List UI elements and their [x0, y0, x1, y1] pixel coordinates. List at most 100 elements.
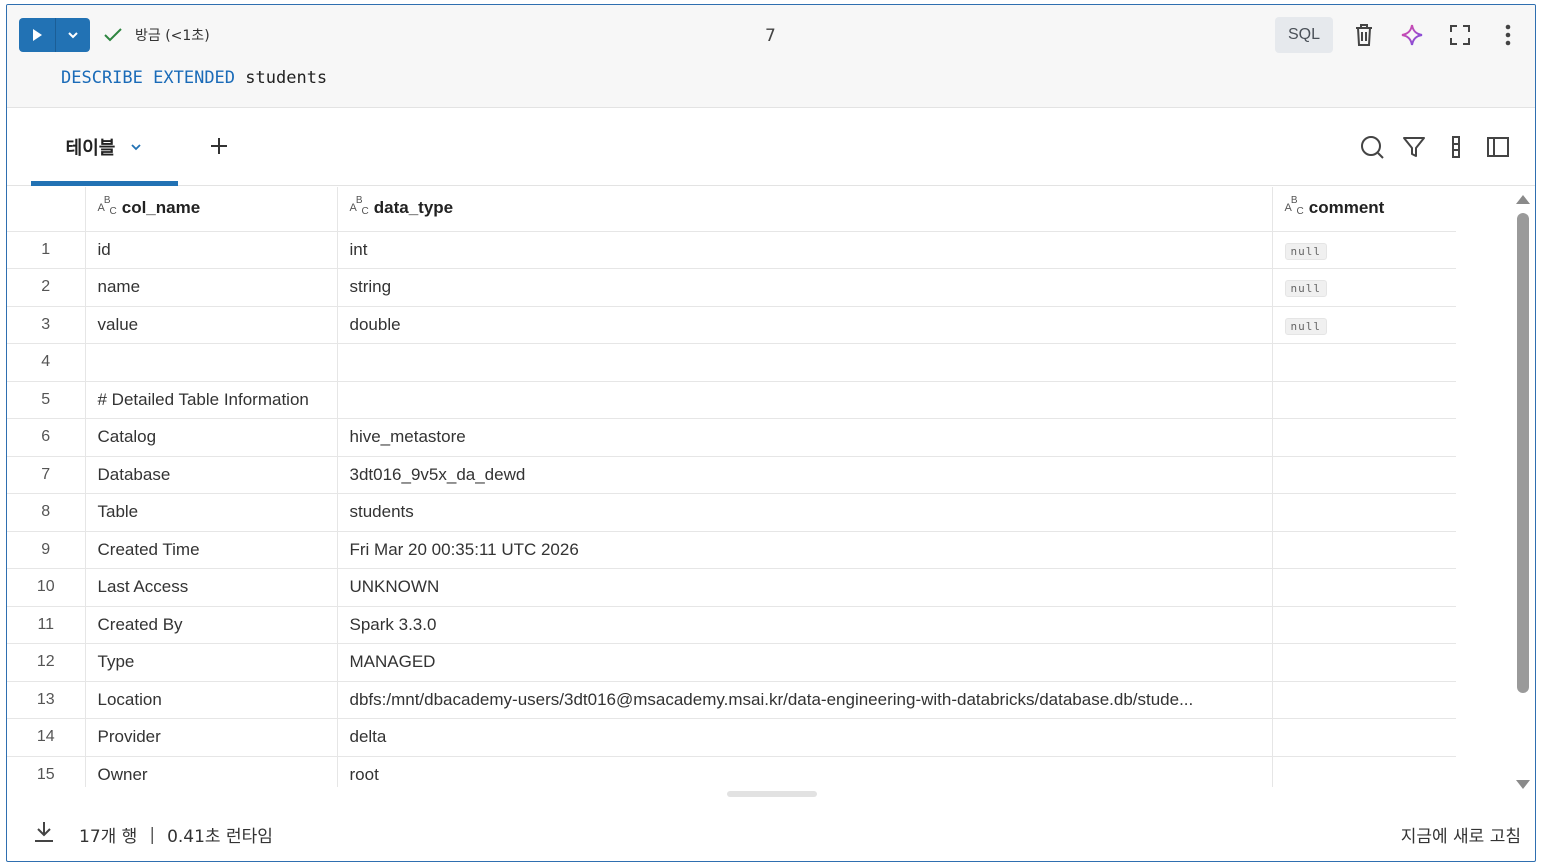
column-header[interactable]: ABC col_name [85, 187, 338, 232]
cell-data-type[interactable]: 3dt016_9v5x_da_dewd [337, 456, 1273, 494]
add-visualization-button[interactable] [203, 130, 235, 162]
cell-col-name[interactable] [85, 343, 338, 382]
cell-comment[interactable] [1272, 418, 1456, 457]
refresh-status: 지금에 새로 고침 [1400, 827, 1521, 847]
column-header-label: data_type [373, 198, 454, 218]
table-row: 7 Database 3dt016_9v5x_da_dewd [7, 456, 1456, 494]
cell-comment[interactable] [1272, 681, 1456, 719]
abc-type-icon: ABC [1284, 194, 1304, 218]
cell-comment[interactable] [1272, 718, 1456, 757]
separator: | [149, 824, 156, 845]
sidebar-toggle-button[interactable] [1483, 132, 1513, 162]
delete-cell-button[interactable] [1347, 18, 1381, 52]
cell-comment[interactable] [1272, 531, 1456, 569]
cell-data-type[interactable]: string [337, 268, 1273, 307]
cell-comment[interactable] [1272, 456, 1456, 494]
sidebar-panel-icon [1487, 137, 1509, 157]
cell-comment[interactable]: null [1272, 231, 1456, 269]
cell-comment[interactable] [1272, 756, 1456, 787]
cell-comment[interactable] [1272, 343, 1456, 382]
cell-data-type[interactable]: students [337, 493, 1273, 532]
scroll-up-arrow[interactable] [1516, 195, 1530, 204]
cell-comment[interactable] [1272, 381, 1456, 419]
run-cell-button[interactable] [19, 18, 56, 52]
kebab-menu-icon [1505, 24, 1511, 46]
result-table: ABC col_name ABC data_type ABC comment 1 id i… [7, 187, 1456, 787]
cell-comment[interactable] [1272, 606, 1456, 644]
notebook-cell: 방금 (<1초) 7 SQL DESCRIBE EXTENDED student… [6, 4, 1536, 862]
cell-comment[interactable]: null [1272, 268, 1456, 307]
row-number: 12 [7, 643, 86, 682]
tab-table[interactable]: 테이블 [31, 108, 178, 186]
fullscreen-button[interactable] [1443, 18, 1477, 52]
table-row: 15 Owner root [7, 756, 1456, 787]
cell-col-name[interactable]: # Detailed Table Information [85, 381, 338, 419]
cell-data-type[interactable]: Spark 3.3.0 [337, 606, 1273, 644]
cell-col-name[interactable]: Created By [85, 606, 338, 644]
column-header[interactable]: ABC data_type [337, 187, 1273, 232]
cell-data-type[interactable] [337, 343, 1273, 382]
cell-data-type[interactable]: MANAGED [337, 643, 1273, 682]
tab-table-label: 테이블 [65, 138, 116, 159]
scrollbar-thumb[interactable] [1517, 213, 1529, 693]
null-badge: null [1284, 280, 1327, 298]
more-options-button[interactable] [1491, 18, 1525, 52]
column-settings-button[interactable] [1441, 132, 1471, 162]
cell-data-type[interactable]: Fri Mar 20 00:35:11 UTC 2026 [337, 531, 1273, 569]
cell-data-type[interactable]: dbfs:/mnt/dbacademy-users/3dt016@msacade… [337, 681, 1273, 719]
filter-button[interactable] [1399, 132, 1429, 162]
row-number: 8 [7, 493, 86, 532]
result-footer: 17개 행 | 0.41초 런타임 지금에 새로 고침 [7, 805, 1535, 861]
cell-number: 7 [765, 26, 776, 46]
cell-col-name[interactable]: Last Access [85, 568, 338, 607]
search-button[interactable] [1357, 132, 1387, 162]
cell-col-name[interactable]: Catalog [85, 418, 338, 457]
row-number: 3 [7, 306, 86, 344]
run-options-dropdown[interactable] [56, 18, 90, 52]
table-row: 11 Created By Spark 3.3.0 [7, 606, 1456, 644]
cell-col-name[interactable]: Owner [85, 756, 338, 787]
sparkle-icon [1401, 24, 1423, 46]
column-header[interactable]: ABC comment [1272, 187, 1456, 232]
cell-col-name[interactable]: Location [85, 681, 338, 719]
cell-col-name[interactable]: id [85, 231, 338, 269]
cell-data-type[interactable]: root [337, 756, 1273, 787]
cell-comment[interactable] [1272, 643, 1456, 682]
cell-col-name[interactable]: Provider [85, 718, 338, 757]
row-number: 5 [7, 381, 86, 419]
cell-data-type[interactable]: delta [337, 718, 1273, 757]
cell-col-name[interactable]: value [85, 306, 338, 344]
columns-icon [1452, 136, 1460, 158]
cell-col-name[interactable]: Type [85, 643, 338, 682]
cell-col-name[interactable]: name [85, 268, 338, 307]
result-info: 17개 행 | 0.41초 런타임 [79, 822, 273, 848]
plus-icon [211, 138, 227, 154]
null-badge: null [1284, 242, 1327, 260]
table-row: 12 Type MANAGED [7, 643, 1456, 682]
cell-data-type[interactable]: UNKNOWN [337, 568, 1273, 607]
cell-data-type[interactable]: hive_metastore [337, 418, 1273, 457]
table-row: 14 Provider delta [7, 718, 1456, 757]
scroll-down-arrow[interactable] [1516, 780, 1530, 789]
assistant-button[interactable] [1395, 18, 1429, 52]
cell-comment[interactable] [1272, 493, 1456, 532]
runtime: 0.41초 런타임 [167, 827, 273, 847]
vertical-scrollbar[interactable] [1513, 191, 1533, 789]
cell-col-name[interactable]: Database [85, 456, 338, 494]
chevron-down-icon [68, 32, 78, 39]
cell-data-type[interactable]: double [337, 306, 1273, 344]
code-editor[interactable]: DESCRIBE EXTENDED students [61, 68, 327, 88]
column-header-label: comment [1308, 198, 1385, 218]
cell-col-name[interactable]: Created Time [85, 531, 338, 569]
run-button-group [19, 18, 90, 52]
language-selector[interactable]: SQL [1275, 17, 1333, 53]
horizontal-scrollbar-thumb[interactable] [727, 791, 817, 797]
filter-icon [1403, 137, 1425, 157]
cell-data-type[interactable]: int [337, 231, 1273, 269]
cell-comment[interactable] [1272, 568, 1456, 607]
cell-comment[interactable]: null [1272, 306, 1456, 344]
cell-data-type[interactable] [337, 381, 1273, 419]
cell-col-name[interactable]: Table [85, 493, 338, 532]
row-count: 17개 행 [79, 827, 138, 847]
download-button[interactable] [31, 819, 57, 845]
